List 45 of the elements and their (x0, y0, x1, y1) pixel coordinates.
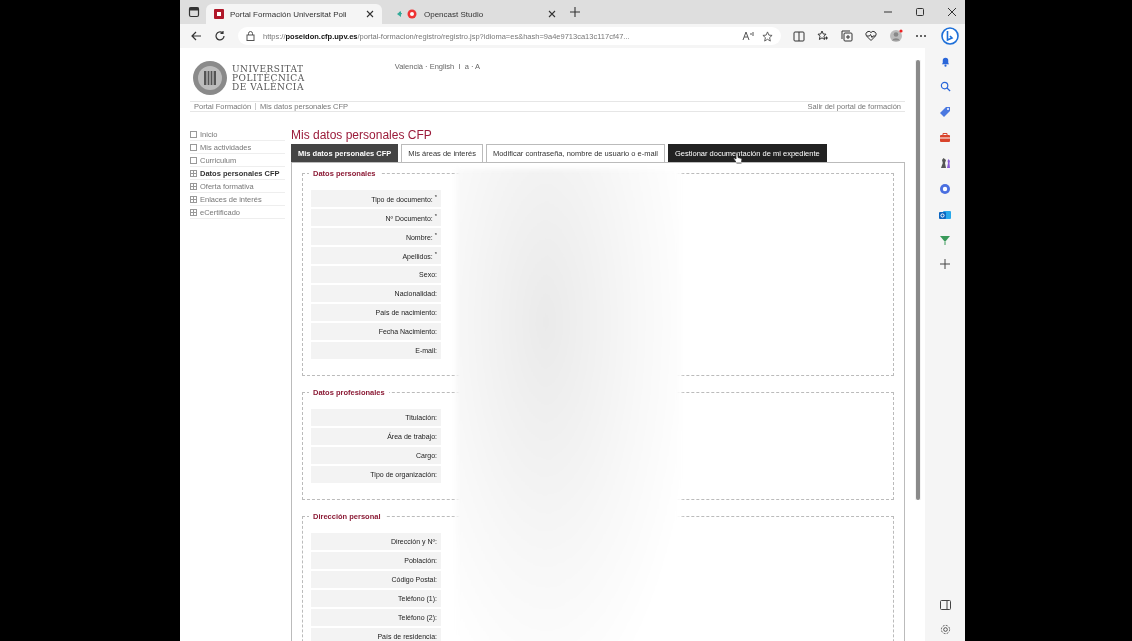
favorites-star-icon[interactable] (817, 30, 829, 42)
close-icon[interactable] (366, 10, 374, 18)
read-aloud-icon[interactable] (742, 31, 754, 41)
bell-icon[interactable] (939, 56, 951, 67)
close-icon[interactable] (548, 10, 556, 18)
split-screen-icon[interactable] (793, 30, 805, 42)
maximize-icon[interactable] (915, 7, 925, 17)
university-name: UNIVERSITAT (232, 64, 304, 74)
chess-pieces-icon[interactable] (939, 157, 951, 169)
tag-icon[interactable] (939, 106, 951, 118)
settings-icon[interactable] (939, 624, 951, 635)
square-icon (190, 130, 197, 138)
profile-avatar-icon[interactable] (889, 29, 903, 43)
page-title: Mis datos personales CFP (291, 128, 433, 142)
more-icon[interactable] (915, 34, 927, 38)
university-name: POLITÈCNICA (232, 73, 305, 83)
university-name: DE VALÈNCIA (232, 82, 305, 92)
record-favicon-icon (396, 9, 418, 19)
square-icon (190, 156, 197, 164)
heart-pulse-icon[interactable] (865, 30, 877, 42)
browser-tab[interactable]: Portal Formación Universitat Poli (206, 4, 382, 24)
new-tab-icon[interactable] (570, 7, 580, 17)
chat-b-icon[interactable] (941, 27, 959, 45)
star-icon[interactable] (762, 30, 773, 42)
square-icon (190, 143, 197, 151)
university-favicon-icon (214, 9, 224, 19)
university-seal-icon (192, 60, 228, 96)
search-icon[interactable] (939, 81, 951, 92)
scrollbar[interactable] (915, 60, 921, 500)
close-icon[interactable] (947, 7, 957, 17)
grid-icon (190, 182, 197, 190)
grid-icon (190, 169, 197, 177)
mail-o-icon[interactable] (939, 209, 951, 221)
tab-actions-icon[interactable] (188, 6, 200, 18)
back-arrow-icon[interactable] (190, 30, 202, 42)
briefcase-icon[interactable] (939, 132, 951, 143)
plus-icon[interactable] (940, 259, 950, 269)
lock-icon (246, 31, 255, 41)
collections-icon[interactable] (841, 30, 853, 42)
circle-logo-icon[interactable] (939, 183, 951, 195)
grid-icon (190, 208, 197, 216)
sidebar-panel-icon[interactable] (939, 600, 951, 610)
refresh-icon[interactable] (214, 30, 226, 42)
grid-icon (190, 195, 197, 203)
browser-tab[interactable]: Opencast Studio (388, 4, 564, 24)
